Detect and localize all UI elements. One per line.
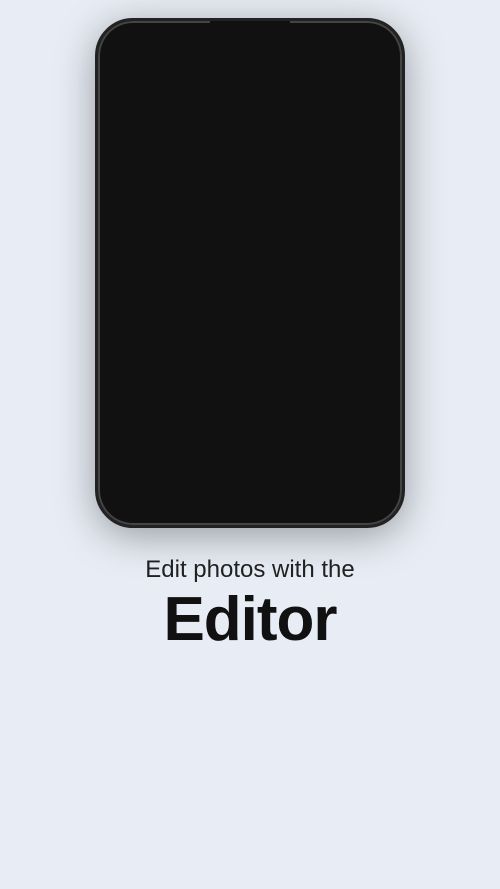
tab-palette[interactable]	[297, 462, 319, 484]
crop-icon	[130, 352, 152, 374]
subtitle: Edit photos with the	[145, 556, 354, 584]
small-boat-3	[347, 93, 352, 96]
exposure-icon	[203, 407, 225, 429]
boat-sail	[217, 188, 230, 210]
tools-row-2: Contrast Exposure	[106, 400, 394, 447]
saturation-label: Saturation	[265, 432, 308, 442]
small-boat-1	[286, 119, 294, 122]
contrast-icon	[130, 407, 152, 429]
photo-background	[98, 21, 402, 349]
tools-row-1: Crop Rotate	[106, 345, 394, 392]
straighten-label: Straighten	[265, 377, 308, 387]
phone-screen: Crop Rotate	[98, 21, 402, 525]
small-boat-2	[326, 103, 332, 106]
contrast-label: Contrast	[123, 432, 159, 442]
tool-contrast[interactable]: Contrast	[106, 400, 175, 447]
tab-crop[interactable]	[124, 462, 146, 484]
tab-grid[interactable]	[354, 462, 376, 484]
mirror-icon	[349, 352, 371, 374]
vignette-label: Vignette	[342, 432, 376, 442]
tool-straighten[interactable]: Straighten	[252, 345, 321, 392]
tool-rotate[interactable]: Rotate	[179, 345, 248, 392]
main-title: Editor	[145, 586, 354, 654]
mirror-label: Mirror	[347, 377, 372, 387]
crop-label: Crop	[130, 377, 150, 387]
tool-crop[interactable]: Crop	[106, 345, 175, 392]
boat-reflection-wide	[216, 212, 236, 224]
main-boat	[215, 188, 237, 224]
tool-vignette[interactable]: Vignette	[325, 400, 394, 447]
phone-mockup: Crop Rotate	[95, 18, 405, 528]
tab-bar	[106, 455, 394, 486]
straighten-icon	[276, 352, 298, 374]
saturation-icon	[276, 407, 298, 429]
tool-saturation[interactable]: Saturation	[252, 400, 321, 447]
rotate-label: Rotate	[200, 377, 228, 387]
text-section: Edit photos with the Editor	[125, 556, 374, 654]
tab-lock[interactable]	[181, 462, 203, 484]
rotate-icon	[203, 352, 225, 374]
exposure-label: Exposure	[194, 432, 234, 442]
tool-exposure[interactable]: Exposure	[179, 400, 248, 447]
tool-mirror[interactable]: Mirror	[325, 345, 394, 392]
editor-panel: Crop Rotate	[98, 333, 402, 525]
tab-adjust[interactable]	[239, 462, 261, 484]
vignette-icon	[349, 407, 371, 429]
